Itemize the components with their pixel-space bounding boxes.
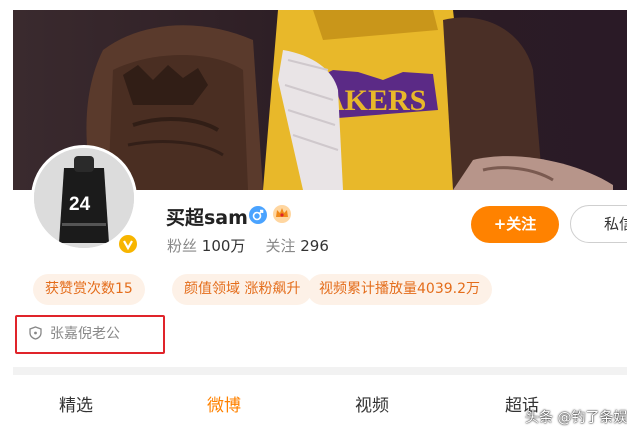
followers-value: 100万 [201, 237, 246, 255]
watermark: 头条 @钓了条娱 [525, 410, 627, 426]
following-label: 关注 [265, 237, 296, 255]
verification-info: 张嘉倪老公 [29, 323, 120, 345]
username: 买超sam [166, 207, 248, 229]
male-icon [249, 206, 267, 224]
message-button[interactable]: 私信 [570, 205, 627, 243]
following-stat[interactable]: 关注 296 [265, 237, 328, 255]
profile-stats: 粉丝 100万 关注 296 [167, 235, 329, 256]
tab-weibo[interactable]: 微博 [207, 391, 241, 416]
verified-v-icon [117, 233, 139, 255]
tag-reward-count[interactable]: 获赞赏次数15 [33, 274, 145, 305]
tag-appearance-field[interactable]: 颜值领域 涨粉飙升 [172, 274, 313, 305]
followers-label: 粉丝 [167, 237, 198, 255]
weibo-profile-card: AKERS 24 买超sam 粉丝 100万 关注 296 +关注 私信 获赞赏… [13, 10, 627, 431]
crown-badge-icon[interactable] [272, 204, 292, 224]
verification-label: 张嘉倪老公 [50, 326, 120, 342]
tab-featured[interactable]: 精选 [59, 391, 93, 416]
section-divider [13, 367, 627, 375]
tab-videos[interactable]: 视频 [355, 391, 389, 416]
following-value: 296 [300, 237, 329, 255]
avatar-jersey-number: 24 [69, 194, 91, 215]
shield-icon [29, 326, 42, 340]
tag-video-plays[interactable]: 视频累计播放量4039.2万 [307, 274, 492, 305]
followers-stat[interactable]: 粉丝 100万 [167, 237, 245, 255]
follow-button[interactable]: +关注 [471, 206, 559, 243]
